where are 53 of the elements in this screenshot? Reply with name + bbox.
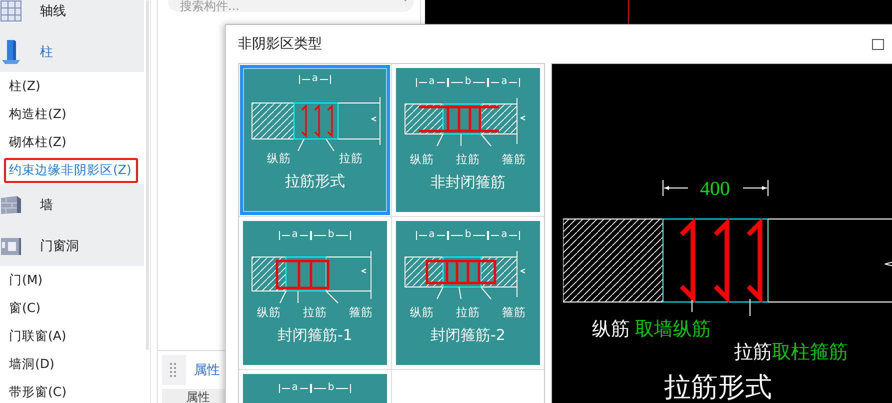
rebar-label: 纵筋 (410, 305, 434, 320)
rebar-label: 拉筋 (456, 305, 480, 320)
properties-tab[interactable]: 属性 (186, 355, 228, 385)
preview-title: 拉筋形式 (664, 373, 772, 401)
sidebar-item[interactable]: 砌体柱(Z) (4, 130, 72, 154)
category-label: 墙 (40, 196, 53, 214)
category-row[interactable]: 门窗洞 (0, 225, 144, 266)
option-title: 封闭箍筋-1 (278, 326, 352, 345)
rebar-label: 箍筋 (502, 152, 526, 167)
brick-wall-icon (0, 194, 22, 214)
dialog-title: 非阴影区类型 (238, 35, 322, 53)
rebar-drawing (276, 260, 330, 290)
rebar-note: 拉筋取柱箍筋 (734, 341, 848, 365)
rebar-label: 箍筋 (349, 305, 373, 320)
sidebar-item[interactable]: 门联窗(A) (4, 324, 72, 348)
category-label: 门窗洞 (40, 238, 79, 254)
category-row[interactable]: 墙 (0, 184, 144, 225)
option-title: 拉筋形式 (285, 172, 345, 191)
axis-line (628, 0, 630, 26)
grid-icon (0, 0, 22, 22)
rebar-label: 箍筋 (502, 305, 526, 320)
rebar-type-option[interactable]: a 纵筋 拉筋 拉筋形式 (240, 65, 390, 215)
rebar-drawing (426, 260, 496, 284)
sidebar-item[interactable]: 柱(Z) (4, 74, 46, 98)
rebar-note: 纵筋 取墙纵筋 (592, 318, 711, 342)
sidebar-item[interactable]: 构造柱(Z) (4, 102, 72, 126)
rebar-label: 纵筋 (410, 152, 434, 167)
sidebar-item[interactable]: 带形窗(C) (4, 380, 72, 403)
rebar-type-option[interactable]: a b (243, 374, 387, 403)
option-title: 封闭箍筋-2 (430, 326, 506, 345)
maximize-icon[interactable] (872, 38, 884, 50)
door-window-icon (0, 236, 22, 256)
column-icon (0, 38, 22, 64)
category-row[interactable]: 柱 (0, 31, 144, 72)
sidebar-item[interactable]: 窗(C) (4, 296, 46, 320)
rebar-label: 拉筋 (456, 152, 480, 167)
sidebar-item[interactable]: 门(M) (4, 268, 48, 292)
sidebar-item[interactable]: 约束边缘非阴影区(Z) (4, 158, 138, 182)
rebar-label: 纵筋 (267, 151, 291, 166)
rebar-type-option[interactable]: a b 纵筋 拉筋 箍筋 封闭箍筋-1 (243, 221, 387, 365)
rebar-type-option[interactable]: a b a 纵筋 拉筋 箍筋 非封闭箍筋 (396, 68, 540, 212)
drag-handle-icon[interactable] (170, 363, 176, 377)
category-row[interactable]: 轴线 (0, 0, 144, 31)
sidebar-item[interactable]: 墙洞(D) (4, 352, 60, 376)
search-field[interactable]: 搜索构件... (168, 0, 414, 12)
rebar-label: 拉筋 (339, 151, 363, 166)
dimension-value: 400 (700, 178, 730, 200)
rebar-label: 拉筋 (303, 305, 327, 320)
option-title: 非封闭箍筋 (430, 173, 506, 192)
category-label: 柱 (40, 44, 53, 60)
rebar-label: 纵筋 (257, 305, 281, 320)
category-label: 轴线 (40, 2, 66, 20)
rebar-type-option[interactable]: a b a 纵筋 拉筋 箍筋 封闭箍筋-2 (396, 221, 540, 365)
